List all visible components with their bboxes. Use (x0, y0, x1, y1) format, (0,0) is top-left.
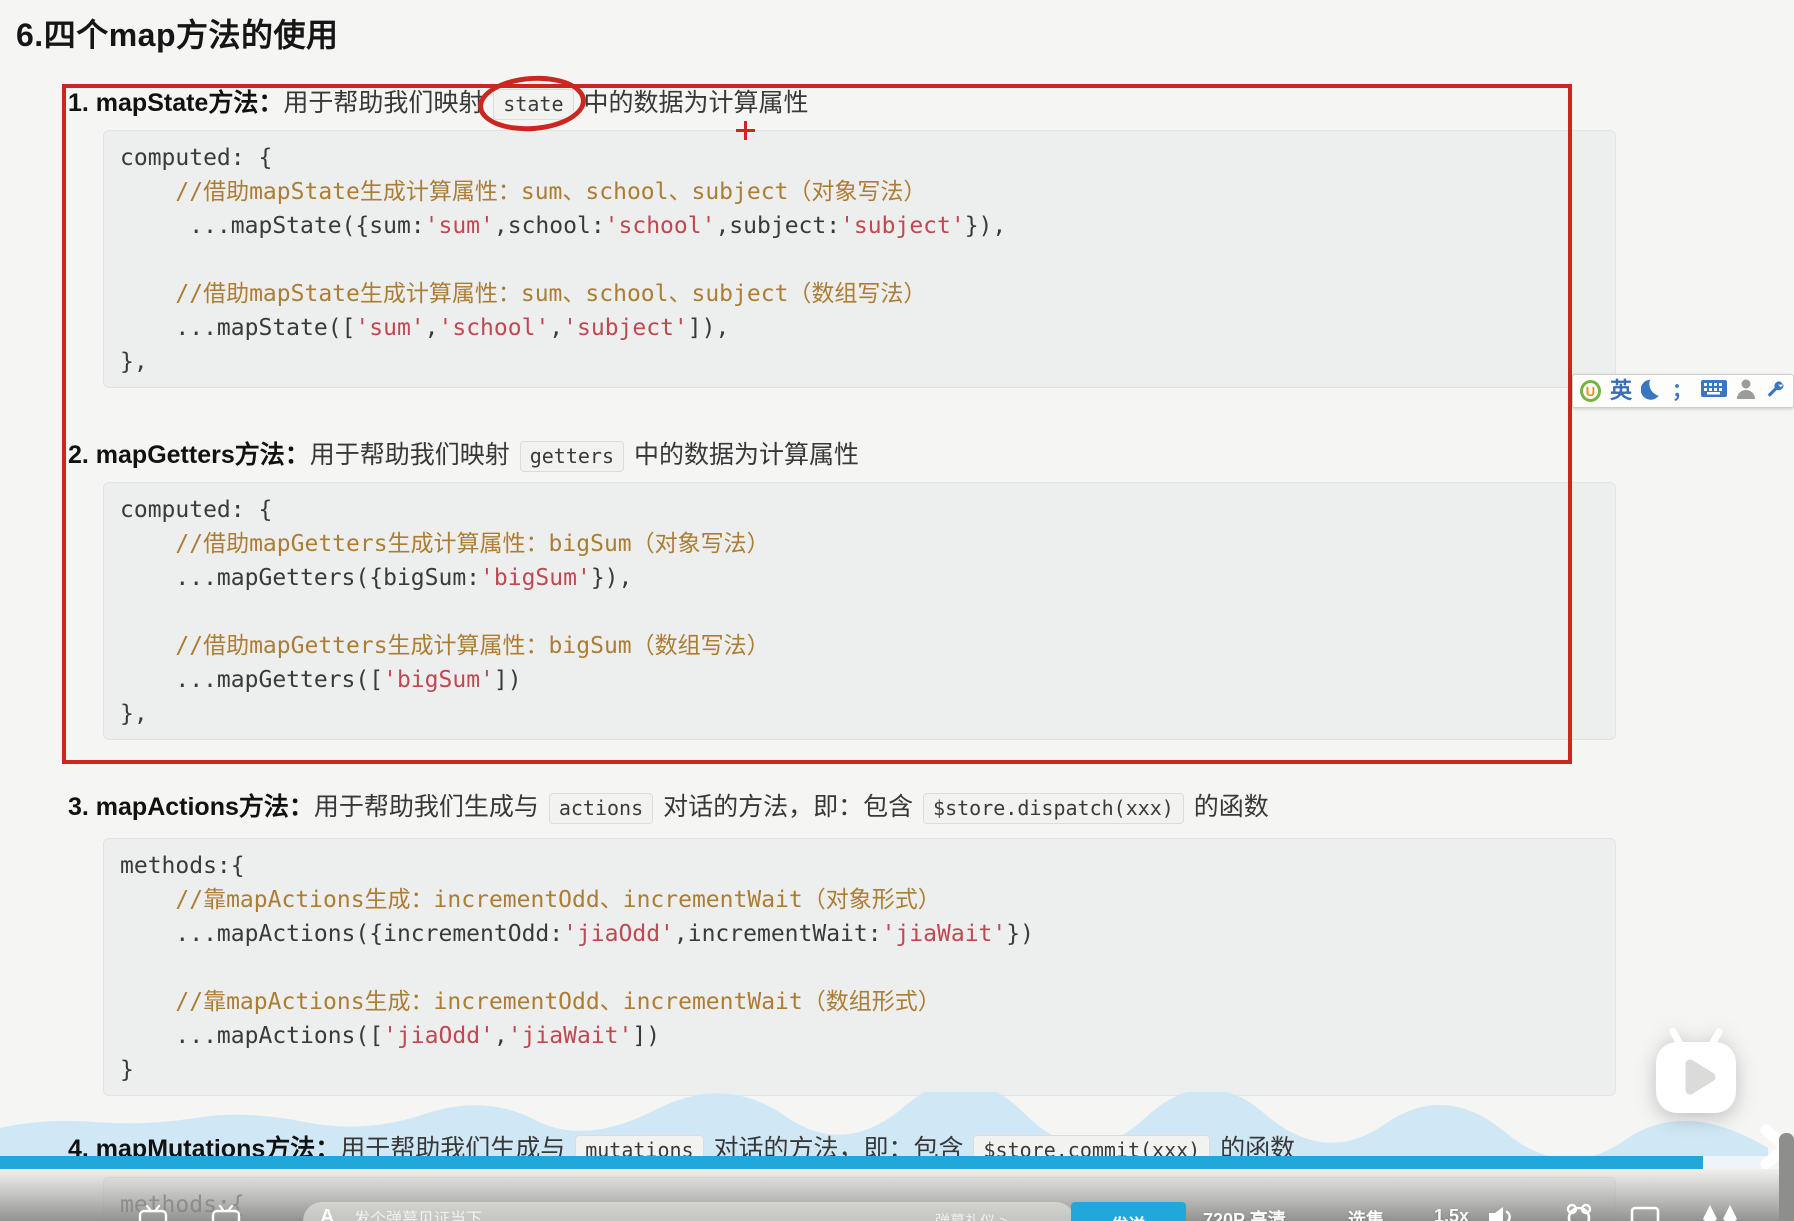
danmaku-style-icon[interactable]: A (320, 1206, 334, 1221)
section-heading-mapstate: 1. mapState方法：用于帮助我们映射 state 中的数据为计算属性 (68, 86, 808, 121)
heading-text: 1. mapState方法： (68, 89, 284, 117)
heading-text: 中的数据为计算属性 (627, 441, 859, 469)
heading-text: 3. mapActions方法： (68, 793, 314, 821)
code-line: computed: { (120, 145, 273, 171)
heading-text: 用于帮助我们生成与 (313, 793, 546, 821)
section-heading-mapactions: 3. mapActions方法：用于帮助我们生成与 actions 对话的方法，… (68, 790, 1269, 825)
inline-code-token: state (493, 89, 574, 120)
code-line: ...mapState(['sum','school','subject']), (120, 315, 730, 341)
code-line: ...mapState({sum:'sum',school:'school',s… (120, 213, 1007, 239)
code-line: ...mapGetters({bigSum:'bigSum'}), (120, 565, 633, 591)
episodes-selector[interactable]: 选集 (1348, 1206, 1384, 1221)
video-progress-bar[interactable] (0, 1156, 1768, 1169)
danmaku-input[interactable] (352, 1206, 786, 1221)
scrollbar-thumb[interactable] (1779, 1133, 1794, 1221)
section-heading-mapgetters: 2. mapGetters方法：用于帮助我们映射 getters 中的数据为计算… (68, 438, 859, 473)
page-title: 6.四个map方法的使用 (16, 17, 339, 53)
ime-settings-wrench-icon[interactable] (1765, 378, 1786, 404)
heading-text: 用于帮助我们映射 (309, 441, 517, 469)
heading-text: 对话的方法，即：包含 (656, 793, 921, 821)
inline-code-token: actions (548, 793, 654, 824)
code-block-mapgetters: computed: { //借助mapGetters生成计算属性：bigSum（… (103, 482, 1616, 740)
ime-logo-icon[interactable]: U (1580, 380, 1601, 402)
code-line: ...mapActions({incrementOdd:'jiaOdd',inc… (120, 921, 1034, 947)
play-tv-button[interactable] (1653, 1026, 1739, 1121)
code-line: ...mapGetters(['bigSum']) (120, 667, 522, 693)
player-control-bar: A 弹幕礼仪 > 发送 720P 高清 选集 1.5x (0, 1169, 1794, 1221)
code-line: //靠mapActions生成：incrementOdd、incrementWa… (120, 887, 941, 913)
red-plus-annotation (736, 121, 755, 140)
code-line: }, (120, 701, 148, 727)
heading-text: 2. mapGetters方法： (68, 441, 310, 469)
code-block-mapstate: computed: { //借助mapState生成计算属性：sum、schoo… (103, 130, 1616, 388)
inline-code-token: getters (519, 441, 624, 472)
progress-fill (0, 1156, 1703, 1169)
ime-punctuation-icon[interactable]: ； (1672, 381, 1692, 401)
code-line: //借助mapState生成计算属性：sum、school、subject（数组… (120, 281, 927, 307)
code-line: }, (120, 349, 148, 375)
code-line: ...mapActions(['jiaOdd','jiaWait']) (120, 1023, 661, 1049)
ime-language-toggle[interactable]: 英 (1610, 380, 1632, 402)
ime-keyboard-icon[interactable] (1701, 380, 1727, 402)
code-line: methods:{ (120, 853, 245, 879)
danmaku-send-button[interactable]: 发送 (1071, 1202, 1186, 1221)
code-block-mapactions: methods:{ //靠mapActions生成：incrementOdd、i… (103, 838, 1616, 1096)
code-line: } (120, 1057, 134, 1083)
heading-text: 中的数据为计算属性 (576, 89, 809, 117)
code-line: //借助mapGetters生成计算属性：bigSum（数组写法） (120, 633, 770, 659)
danmaku-etiquette-link[interactable]: 弹幕礼仪 > (935, 1210, 1008, 1221)
ime-fullwidth-moon-icon[interactable] (1640, 378, 1663, 405)
playback-speed-selector[interactable]: 1.5x (1434, 1206, 1469, 1221)
code-line: //借助mapState生成计算属性：sum、school、subject（对象… (120, 179, 927, 205)
code-line: //借助mapGetters生成计算属性：bigSum（对象写法） (120, 531, 770, 557)
video-frame: 6.四个map方法的使用 1. mapState方法：用于帮助我们映射 stat… (0, 0, 1794, 1221)
code-line: computed: { (120, 497, 273, 523)
inline-code-token: $store.dispatch(xxx) (923, 793, 1184, 824)
ime-toolbar: U 英 ； (1572, 374, 1794, 408)
quality-selector[interactable]: 720P 高清 (1203, 1206, 1286, 1221)
ime-user-icon[interactable] (1736, 378, 1756, 404)
heading-text: 用于帮助我们映射 (283, 89, 491, 117)
heading-text: 的函数 (1186, 793, 1269, 821)
code-line: //靠mapActions生成：incrementOdd、incrementWa… (120, 989, 941, 1015)
